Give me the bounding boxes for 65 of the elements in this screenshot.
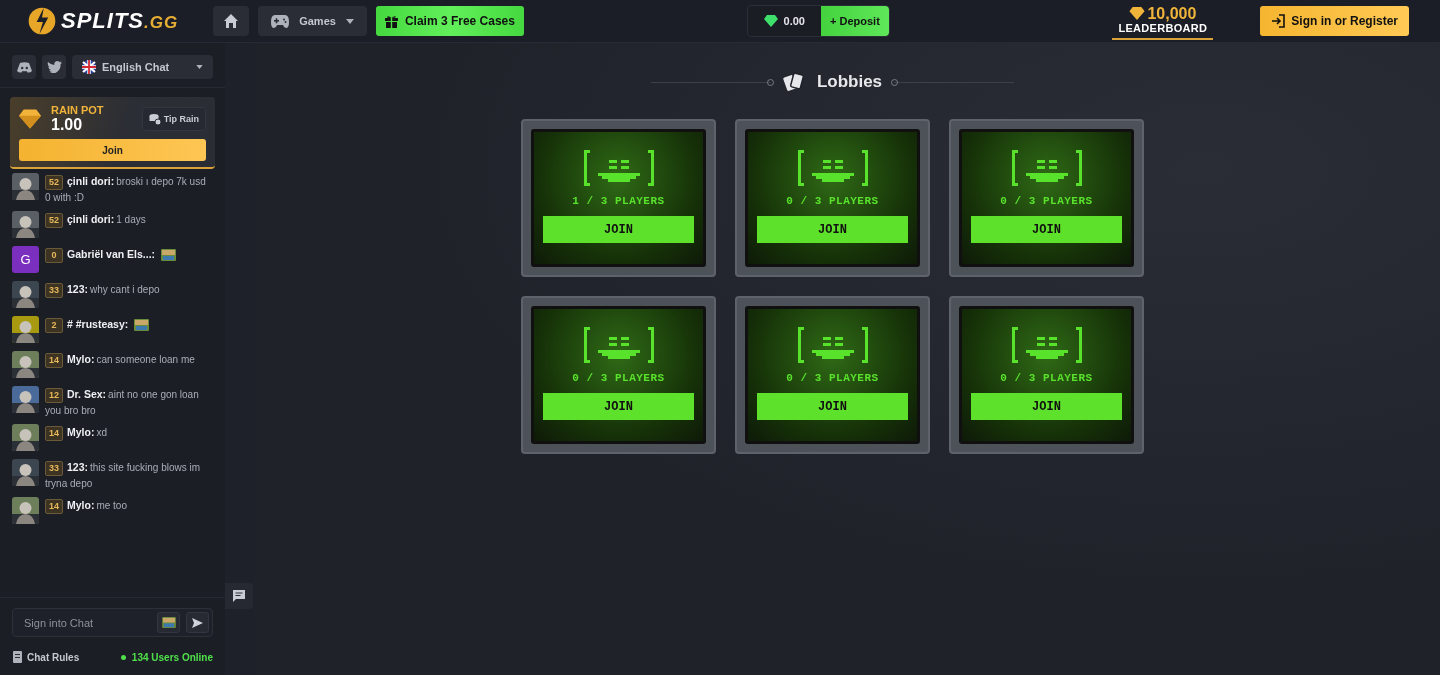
player-count: 0 / 3 PLAYERS (572, 372, 665, 384)
logo-icon (26, 5, 58, 37)
home-button[interactable] (213, 6, 250, 36)
discord-icon (16, 61, 32, 73)
player-count: 0 / 3 PLAYERS (786, 372, 879, 384)
join-lobby-button[interactable]: JOIN (757, 393, 908, 420)
rain-join-button[interactable]: Join (19, 139, 206, 161)
user-avatar: G (12, 246, 39, 273)
chat-icon (233, 590, 245, 602)
join-lobby-button[interactable]: JOIN (971, 393, 1122, 420)
caret-icon (196, 65, 203, 69)
leaderboard-tab[interactable]: 10,000 LEADERBOARD (1112, 2, 1214, 40)
rain-pot-title: RAIN POT (51, 104, 105, 116)
leaderboard-label: LEADERBOARD (1118, 21, 1208, 34)
claim-cases-button[interactable]: Claim 3 Free Cases (375, 6, 524, 36)
chat-input-bar[interactable]: Sign into Chat (12, 608, 213, 637)
games-dropdown[interactable]: Games (258, 6, 367, 36)
gem-icon (1129, 7, 1146, 20)
send-icon (192, 617, 203, 628)
users-online: 134 Users Online (120, 651, 213, 663)
twitter-button[interactable] (42, 55, 66, 79)
discord-button[interactable] (12, 55, 36, 79)
chat-toggle-button[interactable] (225, 583, 253, 609)
emote-icon (134, 319, 150, 332)
chat-input-field[interactable]: Sign into Chat (16, 612, 151, 633)
join-lobby-button[interactable]: JOIN (543, 216, 694, 243)
caret-icon (345, 18, 354, 24)
chat-rules-link[interactable]: Chat Rules (12, 651, 80, 663)
pixel-face-icon (581, 150, 656, 186)
pixel-face-icon (795, 150, 870, 186)
cards-icon (782, 71, 805, 93)
gem-icon (19, 109, 41, 129)
gamepad-icon (271, 14, 290, 28)
pixel-face-icon (795, 327, 870, 363)
join-lobby-button[interactable]: JOIN (757, 216, 908, 243)
player-count: 0 / 3 PLAYERS (1000, 195, 1093, 207)
bird-icon (46, 61, 62, 73)
page-title: Lobbies (816, 72, 883, 92)
pixel-face-icon (581, 327, 656, 363)
sign-in-button[interactable]: Sign in or Register (1260, 6, 1409, 36)
coins-icon (148, 113, 161, 125)
emote-icon (161, 249, 177, 262)
gift-icon (384, 14, 398, 28)
gem-icon (763, 15, 778, 27)
home-icon (223, 13, 240, 29)
deposit-button[interactable]: + Deposit (821, 6, 889, 36)
login-icon (1271, 14, 1286, 28)
pixel-face-icon (1009, 327, 1084, 363)
chat-language-dropdown[interactable]: English Chat (72, 55, 213, 79)
emote-icon (161, 617, 176, 628)
scroll-icon (12, 651, 22, 663)
send-button[interactable] (186, 612, 209, 633)
join-lobby-button[interactable]: JOIN (971, 216, 1122, 243)
tip-rain-button[interactable]: Tip Rain (141, 107, 206, 131)
emote-button[interactable] (157, 612, 180, 633)
leaderboard-prize: 10,000 (1129, 5, 1197, 22)
rain-pot-amount: 1.00 (51, 116, 84, 134)
player-count: 0 / 3 PLAYERS (786, 195, 879, 207)
pixel-face-icon (1009, 150, 1084, 186)
player-count: 0 / 3 PLAYERS (1000, 372, 1093, 384)
logo-text: SPLITS.GG (61, 8, 179, 34)
join-lobby-button[interactable]: JOIN (543, 393, 694, 420)
player-count: 1 / 3 PLAYERS (572, 195, 665, 207)
flag-icon (82, 60, 96, 74)
balance-amount: 0.00 (783, 15, 805, 27)
